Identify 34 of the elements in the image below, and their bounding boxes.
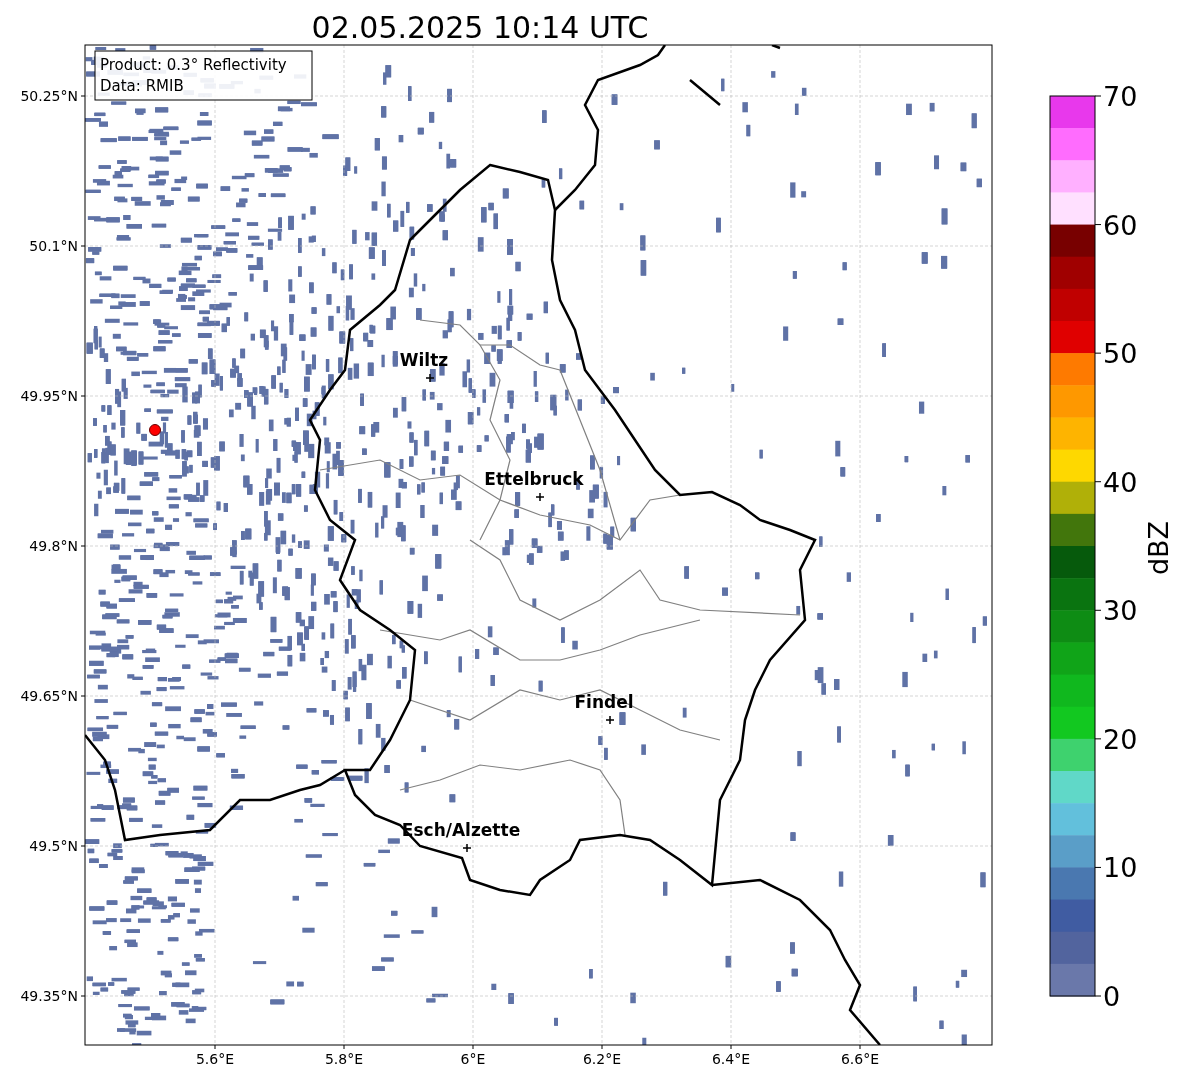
city-label: Ettelbruck	[484, 469, 584, 489]
city-label: Findel	[574, 692, 634, 712]
latitude-label: 49.5°N	[29, 838, 78, 854]
latitude-label: 49.35°N	[20, 988, 78, 1004]
city-label: Wiltz	[399, 350, 449, 370]
city-marker-icon	[605, 715, 615, 725]
latitude-label: 50.1°N	[29, 238, 78, 254]
colorbar-tick-label: 40	[1103, 466, 1138, 498]
longitude-label: 6.2°E	[582, 1051, 622, 1067]
city-marker-icon	[462, 843, 472, 853]
city-label: Esch/Alzette	[401, 820, 521, 840]
radar-site-marker	[149, 424, 161, 436]
longitude-label: 6°E	[460, 1051, 486, 1067]
colorbar-tick-label: 70	[1103, 81, 1138, 112]
longitude-label: 6.6°E	[840, 1051, 880, 1067]
city-marker-icon	[425, 373, 435, 383]
annotation-text: Product: 0.3° Reflectivity	[100, 56, 287, 74]
city-marker-icon	[535, 492, 545, 502]
colorbar-tick-label: 50	[1103, 338, 1138, 370]
longitude-label: 5.6°E	[195, 1051, 235, 1067]
colorbar-tick-label: 60	[1103, 209, 1138, 241]
colorbar-tick-label: 20	[1103, 723, 1138, 755]
latitude-label: 49.95°N	[20, 388, 78, 404]
colorbar-tick-label: 0	[1103, 981, 1121, 1012]
longitude-label: 5.8°E	[324, 1051, 364, 1067]
figure-title: 02.05.2025 10:14 UTC	[311, 10, 649, 45]
longitude-label: 6.4°E	[711, 1051, 751, 1067]
colorbar-label: dBZ	[1143, 520, 1174, 576]
latitude-label: 49.65°N	[20, 688, 78, 704]
latitude-label: 50.25°N	[20, 88, 78, 104]
colorbar-tick-label: 30	[1103, 595, 1138, 627]
latitude-label: 49.8°N	[29, 538, 78, 554]
annotation-text: Data: RMIB	[100, 77, 184, 95]
colorbar-tick-label: 10	[1103, 852, 1138, 884]
